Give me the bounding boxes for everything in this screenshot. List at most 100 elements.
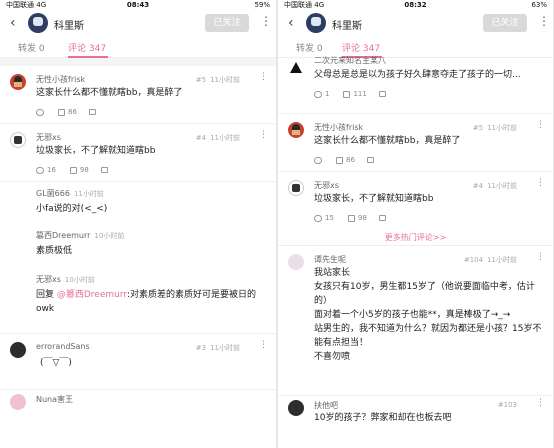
user-avatar[interactable]	[288, 254, 304, 270]
comment-text: (￣▽￣)	[40, 358, 72, 368]
more-icon[interactable]: ⋮	[538, 14, 550, 28]
reply-icon[interactable]	[314, 214, 322, 222]
comment-floor: #5 11小时前	[195, 76, 240, 84]
comment-text: 垃圾家长，不了解就知道瞎bb	[314, 194, 434, 204]
comment-more-icon[interactable]: ⋮	[259, 130, 268, 140]
like-icon[interactable]	[347, 214, 355, 222]
tab-repost[interactable]: 转发 0	[18, 41, 45, 54]
comment-username[interactable]: 二次元来知名主某八	[314, 55, 386, 66]
user-avatar[interactable]	[288, 60, 304, 76]
comment-username[interactable]: 无性小孩frisk	[36, 74, 85, 85]
comment-actions: 16 98	[36, 166, 111, 174]
comment-floor: #103	[497, 401, 517, 409]
followed-button[interactable]: 已关注	[205, 14, 249, 32]
tab-comments[interactable]: 评论 347	[68, 41, 106, 54]
user-avatar[interactable]	[288, 400, 304, 416]
comment-item: 谭先生呢 #104 11小时前 ⋮ 我站家长 女孩只有10岁，男生都15岁了（他说…	[278, 246, 553, 396]
reply-icon[interactable]	[314, 156, 322, 164]
reply-username[interactable]: 无邪xs 10小时前	[36, 274, 95, 285]
comment-more-icon[interactable]: ⋮	[259, 340, 268, 350]
user-avatar[interactable]	[10, 342, 26, 358]
reply-count: 15	[325, 214, 334, 222]
share-icon[interactable]	[88, 109, 96, 115]
comment-text: 垃圾家长，不了解就知道瞎bb	[36, 146, 156, 156]
comment-item: 无邪xs #4 11小时前 ⋮ 垃圾家长，不了解就知道瞎bb 16 98	[0, 124, 276, 182]
comment-actions: 86	[36, 108, 99, 116]
user-avatar[interactable]	[288, 180, 304, 196]
comment-text-line: 能有点担当！	[314, 338, 369, 348]
comment-item: errorandSans #3 11小时前 ⋮ (￣▽￣)	[0, 334, 276, 390]
reply-icon[interactable]	[36, 166, 44, 174]
back-icon[interactable]: ‹	[10, 16, 16, 30]
more-hot-comments-link[interactable]: 更多热门评论>>	[278, 232, 553, 243]
comment-item: 无性小孩frisk #5 11小时前 ⋮ 这家长什么都不懂就瞎bb，真是醉了 86	[0, 66, 276, 124]
post-header: ‹ 科里斯 已关注 ⋮	[278, 10, 553, 36]
comment-item: Nuna害王	[0, 390, 276, 410]
comment-actions: 86	[314, 156, 377, 164]
back-icon[interactable]: ‹	[288, 16, 294, 30]
reply-icon[interactable]	[314, 90, 322, 98]
comment-username[interactable]: Nuna害王	[36, 394, 73, 405]
comment-item: 无邪xs #4 11小时前 ⋮ 垃圾家长，不了解就知道瞎bb 15 98	[278, 172, 553, 230]
post-tabs: 转发 0 评论 347	[0, 36, 276, 58]
reply-icon[interactable]	[36, 108, 44, 116]
left-screen: 中国联通 4G 08:43 59% ‹ 科里斯 已关注 ⋮ 转发 0 评论 34…	[0, 0, 277, 448]
share-icon[interactable]	[100, 167, 108, 173]
share-icon[interactable]	[366, 157, 374, 163]
comment-floor: #4 11小时前	[472, 182, 517, 190]
author-name[interactable]: 科里斯	[332, 17, 362, 32]
user-avatar[interactable]	[10, 74, 26, 90]
comment-username[interactable]: 无邪xs	[314, 180, 339, 191]
like-count: 86	[346, 156, 355, 164]
user-avatar[interactable]	[288, 122, 304, 138]
like-count: 86	[68, 108, 77, 116]
reply-count: 1	[325, 90, 330, 98]
like-icon[interactable]	[336, 156, 343, 164]
more-icon[interactable]: ⋮	[260, 14, 272, 28]
comment-text: 父母总是总是以为孩子好久肆意夺走了孩子的一切...	[314, 70, 521, 80]
reply-text-line2: owk	[36, 304, 55, 314]
user-avatar[interactable]	[10, 132, 26, 148]
status-bar: 中国联通 4G 08:43 59%	[0, 0, 276, 10]
comment-username[interactable]: 扶他吧	[314, 400, 338, 411]
tab-repost[interactable]: 转发 0	[296, 41, 323, 54]
comment-text: 这家长什么都不懂就瞎bb，真是醉了	[314, 136, 461, 146]
like-count: 98	[357, 214, 367, 222]
comment-more-icon[interactable]: ⋮	[536, 398, 545, 408]
tab-comments[interactable]: 评论 347	[342, 41, 380, 54]
comment-text-line: 面对着一个小5岁的孩子也能**，真是棒极了→_→	[314, 310, 511, 320]
user-avatar[interactable]	[10, 394, 26, 410]
more-hot-row: 更多热门评论>>	[278, 230, 553, 246]
like-icon[interactable]	[58, 108, 65, 116]
comment-more-icon[interactable]: ⋮	[259, 72, 268, 82]
reply-username[interactable]: GL菌666 11小时前	[36, 188, 104, 199]
author-name[interactable]: 科里斯	[54, 17, 84, 32]
like-icon[interactable]	[69, 166, 77, 174]
reply-text: 小fa说的对(<_<)	[36, 204, 108, 214]
reply-username[interactable]: 篡西Dreemurr 10小时前	[36, 230, 124, 241]
section-gap	[0, 58, 276, 66]
comment-item: 扶他吧 #103 ⋮ 10岁的孩子？弊家和却在也板去吧	[278, 396, 553, 426]
comment-item: 二次元来知名主某八 父母总是总是以为孩子好久肆意夺走了孩子的一切... 1 111	[278, 55, 553, 114]
comment-floor: #3 11小时前	[195, 344, 240, 352]
author-avatar[interactable]	[306, 13, 326, 33]
mention-link[interactable]: @篡西Dreemurr	[57, 290, 127, 300]
followed-button[interactable]: 已关注	[483, 14, 527, 32]
author-avatar[interactable]	[28, 13, 48, 33]
comment-username[interactable]: 谭先生呢	[314, 254, 346, 265]
like-icon[interactable]	[343, 90, 351, 98]
share-icon[interactable]	[378, 215, 386, 221]
comment-username[interactable]: 无性小孩frisk	[314, 122, 363, 133]
comment-more-icon[interactable]: ⋮	[536, 252, 545, 262]
comment-text: 10岁的孩子？弊家和却在也板去吧	[314, 413, 452, 423]
reply-count: 16	[47, 166, 56, 174]
comment-username[interactable]: errorandSans	[36, 342, 90, 351]
share-icon[interactable]	[378, 91, 386, 97]
comment-more-icon[interactable]: ⋮	[536, 178, 545, 188]
comment-username[interactable]: 无邪xs	[36, 132, 61, 143]
right-screen: 中国联通 4G 08:32 63% ‹ 科里斯 已关注 ⋮ 转发 0 评论 34…	[277, 0, 554, 448]
battery-level: 63%	[531, 1, 547, 9]
comment-text-line: 的）	[314, 296, 333, 306]
comment-more-icon[interactable]: ⋮	[536, 120, 545, 130]
comment-floor: #4 11小时前	[195, 134, 240, 142]
